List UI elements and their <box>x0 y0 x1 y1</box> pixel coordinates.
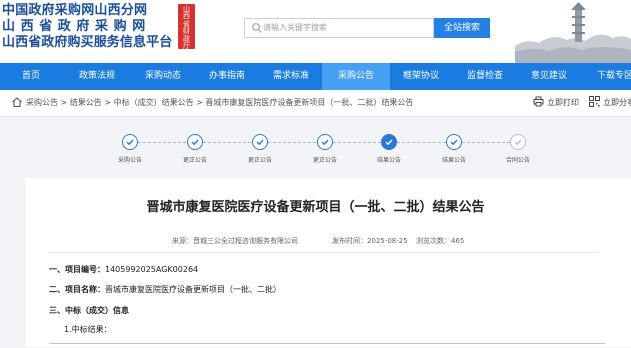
search-button[interactable]: 全站搜索 <box>434 18 490 38</box>
progress-step-label[interactable]: 更正公告 <box>295 157 355 165</box>
nav-item-news[interactable]: 采购动态 <box>132 63 194 90</box>
article-publish-time: 发布时间：2025-08-25 <box>332 237 408 245</box>
breadcrumb[interactable]: 采购公告 > 结果公告 > 中标（成交）结果公告 > 晋城市康复医院医疗设备更新… <box>26 97 413 109</box>
check-icon <box>450 139 458 146</box>
nav-item-announcements[interactable]: 采购公告 <box>322 63 390 90</box>
check-icon <box>191 139 199 146</box>
share-button[interactable]: 立即分享 <box>603 97 631 109</box>
progress-step-node[interactable] <box>252 134 268 150</box>
breadcrumb-bar: 采购公告 > 结果公告 > 中标（成交）结果公告 > 晋城市康复医院医疗设备更新… <box>0 90 631 117</box>
article-source: 来源：晋城三公全过程咨询服务有限公司 <box>172 237 298 245</box>
nav-item-feedback[interactable]: 意见建议 <box>518 63 580 90</box>
site-logo[interactable]: 中国政府采购网山西分网 山西省政府采购网 山西省政府购买服务信息平台 <box>2 3 172 51</box>
progress-connector <box>138 142 186 143</box>
check-icon <box>385 139 393 146</box>
progress-connector <box>397 142 446 143</box>
project-name-label: 二、项目名称： <box>49 285 105 294</box>
nav-item-guide[interactable]: 办事指南 <box>194 63 260 90</box>
progress-step-node[interactable] <box>510 134 526 150</box>
nav-item-policies[interactable]: 政策法规 <box>62 63 132 90</box>
nav-item-supervision[interactable]: 监督检查 <box>452 63 518 90</box>
progress-step-label[interactable]: 更正公告 <box>165 157 225 165</box>
logo-line-2: 山西省政府采购网 <box>2 19 151 34</box>
seal-text: 山西省财政厅 <box>183 5 190 51</box>
award-table-top <box>49 343 605 348</box>
progress-step-node-current[interactable] <box>381 134 397 150</box>
progress-step-label[interactable]: 结果公告 <box>359 157 419 165</box>
progress-step-label[interactable]: 采购公告 <box>100 157 160 165</box>
nav-item-home[interactable]: 首页 <box>0 63 62 90</box>
finance-seal: 山西省财政厅 <box>178 4 195 51</box>
project-number-value: 1405992025AGK00264 <box>105 265 199 274</box>
article-views: 浏览次数：465 <box>416 237 465 245</box>
award-info-label: 三、中标（成交）信息 <box>49 306 129 315</box>
main-nav: 首页 政策法规 采购动态 办事指南 需求标准 采购公告 框架协议 监督检查 意见… <box>0 63 631 90</box>
search-icon <box>252 23 262 33</box>
nav-item-standards[interactable]: 需求标准 <box>260 63 322 90</box>
check-icon <box>321 139 329 146</box>
progress-step-node[interactable] <box>187 134 203 150</box>
progress-step-node[interactable] <box>446 134 462 150</box>
progress-connector <box>203 142 251 143</box>
qrcode-icon[interactable] <box>589 96 600 107</box>
print-button[interactable]: 立即打印 <box>547 97 579 109</box>
logo-line-3: 山西省政府购买服务信息平台 <box>2 35 173 50</box>
progress-step-node[interactable] <box>317 134 333 150</box>
pagoda-landscape-image <box>515 2 631 63</box>
project-name-row: 二、项目名称：晋城市康复医院医疗设备更新项目（一批、二批） <box>49 284 281 296</box>
check-icon <box>126 139 134 146</box>
award-result-subheading: 1.中标结果： <box>64 325 112 334</box>
progress-step-label[interactable]: 结果公告 <box>424 157 484 165</box>
check-icon <box>514 139 522 146</box>
article-title: 晋城市康复医院医疗设备更新项目（一批、二批）结果公告 <box>146 200 485 215</box>
progress-step-node[interactable] <box>122 134 138 150</box>
home-icon[interactable] <box>11 96 23 108</box>
logo-line-1: 中国政府采购网山西分网 <box>2 3 148 18</box>
announcement-progress: 采购公告 更正公告 更正公告 更正公告 结果公告 结果公告 合同公告 <box>0 117 631 177</box>
progress-connector <box>268 142 316 143</box>
nav-item-framework[interactable]: 框架协议 <box>390 63 452 90</box>
print-icon[interactable] <box>533 96 544 107</box>
progress-connector <box>462 142 510 143</box>
project-name-value: 晋城市康复医院医疗设备更新项目（一批、二批） <box>105 285 281 294</box>
progress-connector <box>333 142 381 143</box>
award-info-heading: 三、中标（成交）信息 <box>49 305 129 317</box>
search-placeholder: 请输入关键字搜索 <box>263 23 327 32</box>
meta-divider <box>48 252 598 253</box>
progress-step-label[interactable]: 合同公告 <box>488 157 548 165</box>
progress-step-label[interactable]: 更正公告 <box>230 157 290 165</box>
project-number-label: 一、项目编号： <box>49 265 105 274</box>
search-input[interactable]: 请输入关键字搜索 <box>244 18 434 38</box>
check-icon <box>256 139 264 146</box>
article-card: 晋城市康复医院医疗设备更新项目（一批、二批）结果公告 来源：晋城三公全过程咨询服… <box>26 178 631 347</box>
nav-item-downloads[interactable]: 下载专区 <box>580 63 631 90</box>
site-header: 中国政府采购网山西分网 山西省政府采购网 山西省政府购买服务信息平台 山西省财政… <box>0 0 631 63</box>
project-number-row: 一、项目编号：1405992025AGK00264 <box>49 264 198 276</box>
